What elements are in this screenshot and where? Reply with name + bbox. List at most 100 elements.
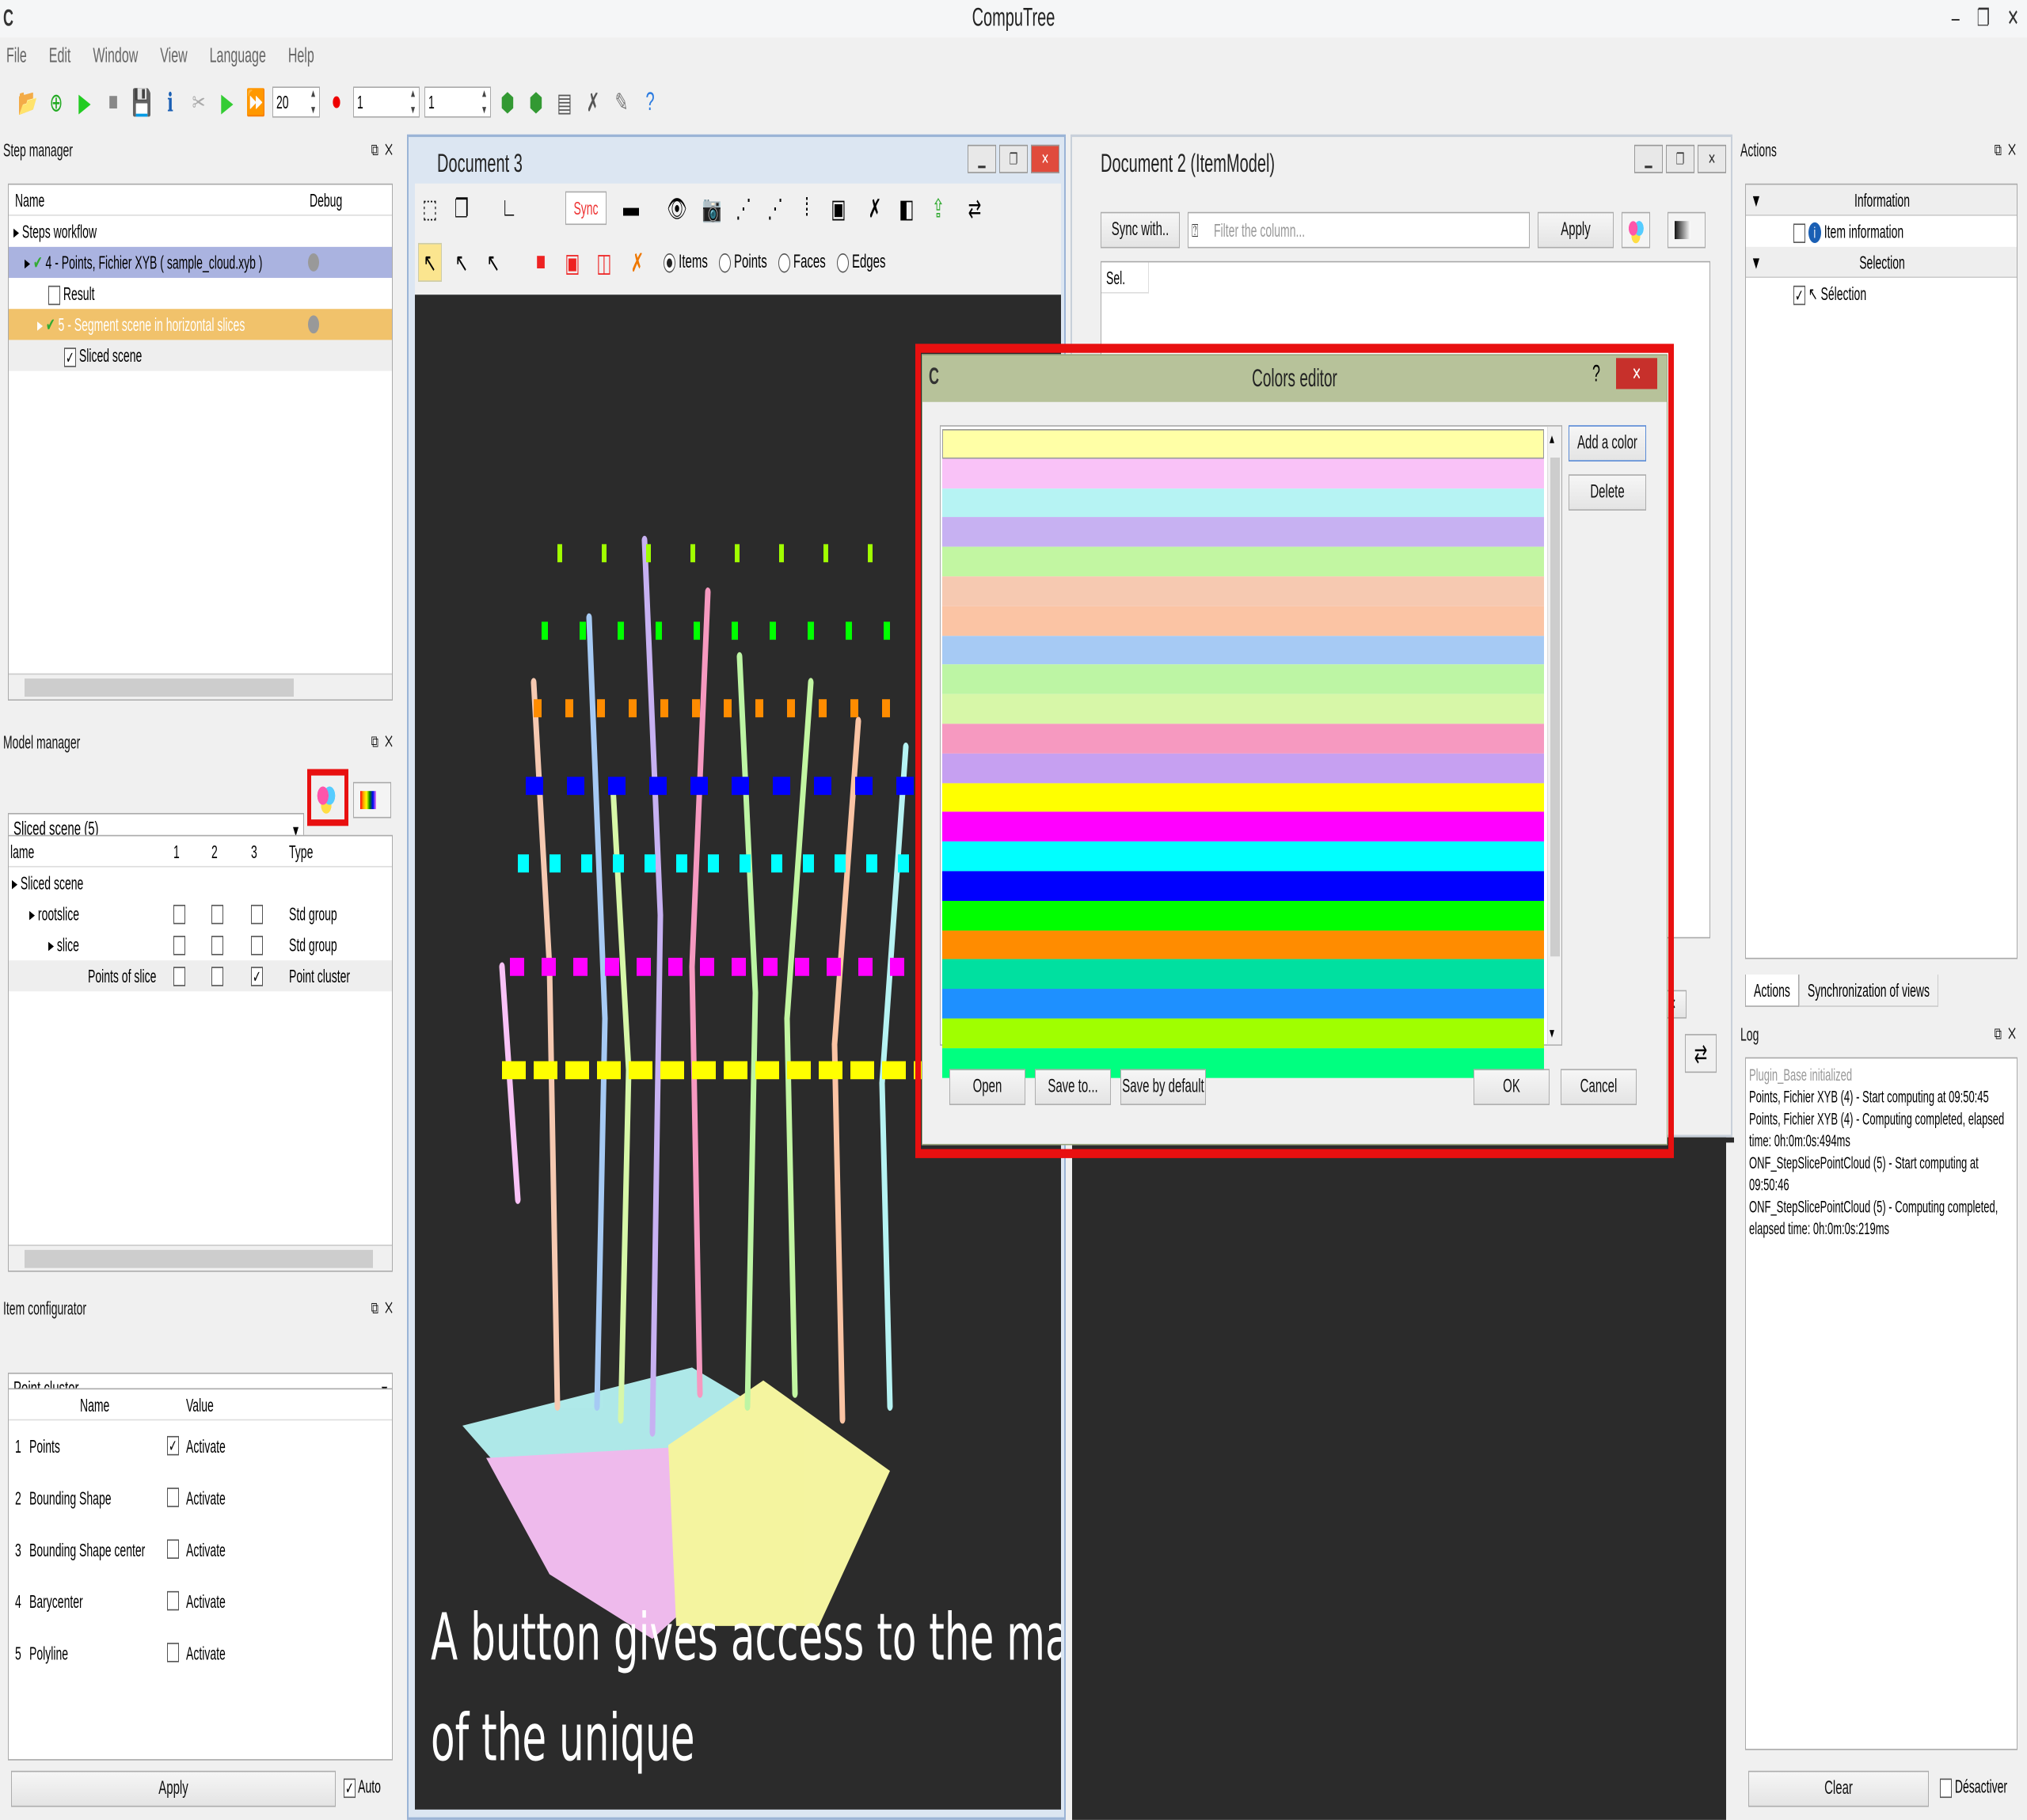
checkbox[interactable] [1940, 1778, 1952, 1798]
debug-indicator-icon[interactable] [308, 253, 319, 272]
export-icon[interactable]: ✎ [610, 82, 633, 121]
checkbox[interactable]: ✓ [344, 1778, 356, 1798]
close-icon[interactable]: ✕ [1616, 358, 1657, 389]
checkbox[interactable] [1793, 223, 1805, 243]
loop-count-spinbox[interactable]: 20 [272, 85, 320, 119]
step-item[interactable]: ✓ Sliced scene [9, 340, 392, 371]
play-icon[interactable]: ▶ [215, 82, 239, 121]
cancel-button[interactable]: Cancel [1561, 1069, 1637, 1105]
clear-selection-icon[interactable]: ✗ [626, 243, 649, 282]
axes-icon[interactable]: ∟ [497, 188, 521, 227]
close-icon[interactable]: ✕ [1698, 144, 1726, 173]
new-step-icon[interactable]: 📂 [16, 82, 40, 121]
gradient-colors-icon[interactable] [1668, 211, 1706, 249]
color-palette-icon[interactable] [315, 783, 337, 815]
checkbox[interactable] [48, 285, 60, 305]
checkbox[interactable] [167, 1488, 179, 1507]
help-icon[interactable]: ? [1592, 361, 1600, 388]
color-swatch-row[interactable] [942, 694, 1544, 724]
menu-view[interactable]: View [160, 37, 187, 76]
camera-icon[interactable]: 📷 [700, 188, 724, 227]
color-swatch-row[interactable] [942, 429, 1544, 459]
settings-icon[interactable]: ✗ [581, 82, 605, 121]
color-swatch-row[interactable] [942, 546, 1544, 577]
filter-field[interactable]: ⍰ Filter the column... [1188, 211, 1530, 249]
menu-edit[interactable]: Edit [49, 37, 71, 76]
select-arrow-icon[interactable]: ↖ [418, 242, 442, 282]
minimize-icon[interactable]: ▁ [1634, 144, 1663, 173]
action-group[interactable]: ▼ Selection [1746, 246, 2017, 279]
radio[interactable] [664, 253, 675, 272]
color-swatch-row[interactable] [942, 517, 1544, 547]
model-row[interactable]: ▸ rootslice Std group [9, 899, 392, 929]
mode-items[interactable]: Items [664, 251, 708, 272]
color-swatch-row[interactable] [942, 959, 1544, 990]
color-swatch-row[interactable] [942, 753, 1544, 783]
tab-sync-views[interactable]: Synchronization of views [1798, 975, 1938, 1007]
help-icon[interactable]: ? [638, 82, 662, 121]
small-points-icon[interactable]: ⋰ [732, 188, 755, 227]
menu-file[interactable]: File [6, 37, 27, 76]
restore-icon[interactable]: ❐ [999, 144, 1028, 173]
fast-forward-icon[interactable]: ⏩ [244, 82, 268, 121]
vertical-scrollbar[interactable]: ▴ ▾ [1547, 426, 1561, 1045]
menu-help[interactable]: Help [288, 37, 314, 76]
color-swatch-row[interactable] [942, 606, 1544, 636]
contrast-icon[interactable]: ◧ [895, 188, 918, 227]
config-row[interactable]: 5 Polyline Activate [9, 1628, 392, 1679]
color-swatch-row[interactable] [942, 1018, 1544, 1048]
restore-icon[interactable]: ❐ [1666, 144, 1694, 173]
step-item[interactable]: Result [9, 278, 392, 309]
display-icon[interactable]: ▣ [827, 188, 850, 227]
panel-buttons[interactable]: ⧉✕ [1995, 135, 2022, 165]
action-item[interactable]: ✓ ↖ Sélection [1746, 278, 2017, 309]
radio[interactable] [778, 253, 790, 272]
checkbox[interactable] [211, 967, 223, 986]
menu-language[interactable]: Language [210, 37, 266, 76]
action-item[interactable]: i Item information [1746, 216, 2017, 247]
color-swatch-row[interactable] [942, 1047, 1544, 1077]
large-points-icon[interactable]: ⋰ [763, 188, 787, 227]
auto-checkbox[interactable]: ✓ Auto [344, 1776, 381, 1798]
checkbox[interactable] [167, 1590, 179, 1611]
video-icon[interactable]: ▬ [619, 188, 643, 227]
config-row[interactable]: 1 Points ✓ Activate [9, 1420, 392, 1472]
export-icon[interactable]: ⇪ [926, 188, 950, 227]
tools-icon[interactable]: ✂ [187, 82, 211, 121]
checkbox[interactable] [173, 967, 185, 986]
select-one-icon[interactable]: ■ [529, 243, 553, 282]
mode-faces[interactable]: Faces [778, 251, 826, 272]
record-icon[interactable]: ⏺ [325, 82, 348, 121]
color-swatch-row[interactable] [942, 664, 1544, 695]
to-spinbox[interactable]: 1 [424, 85, 491, 119]
checkbox[interactable] [167, 1539, 179, 1560]
script-icon[interactable]: ▤ [553, 82, 576, 121]
restore-icon[interactable]: ❐ [1977, 0, 1990, 37]
checkbox[interactable] [211, 936, 223, 956]
gradient-colors-icon[interactable] [353, 781, 391, 819]
color-palette-icon[interactable] [1622, 211, 1650, 249]
eye-icon[interactable]: 👁 [665, 188, 689, 227]
stop-icon[interactable]: ■ [101, 82, 125, 121]
sync-with-button[interactable]: Sync with.. [1101, 211, 1180, 249]
config-row[interactable]: 2 Bounding Shape Activate [9, 1472, 392, 1524]
run-icon[interactable]: ▶ [73, 82, 97, 121]
horizontal-scrollbar[interactable] [9, 673, 392, 700]
minimize-icon[interactable]: ▁ [968, 144, 996, 173]
color-swatch-row[interactable] [942, 458, 1544, 488]
close-icon[interactable]: ✕ [2007, 0, 2019, 37]
checkbox[interactable]: ✓ [64, 347, 76, 367]
step-item-selected[interactable]: ▸ ✔ 4 - Points, Fichier XYB ( sample_clo… [9, 246, 392, 279]
swap-icon[interactable]: ⇄ [963, 188, 987, 227]
ok-button[interactable]: OK [1474, 1069, 1550, 1105]
open-button[interactable]: Open [949, 1069, 1025, 1105]
config-row[interactable]: 3 Bounding Shape center Activate [9, 1524, 392, 1575]
panel-buttons[interactable]: ⧉✕ [1995, 1019, 2022, 1050]
model-row[interactable]: ▸ slice Std group [9, 929, 392, 960]
camera-view-icon[interactable]: ❐ [450, 188, 473, 227]
plugin-icon[interactable]: ⬢ [496, 82, 519, 121]
color-swatch-row[interactable] [942, 488, 1544, 518]
add-color-button[interactable]: Add a color [1569, 425, 1646, 462]
clear-log-button[interactable]: Clear [1748, 1770, 1929, 1807]
select-remove-icon[interactable]: ↖ [481, 243, 505, 282]
